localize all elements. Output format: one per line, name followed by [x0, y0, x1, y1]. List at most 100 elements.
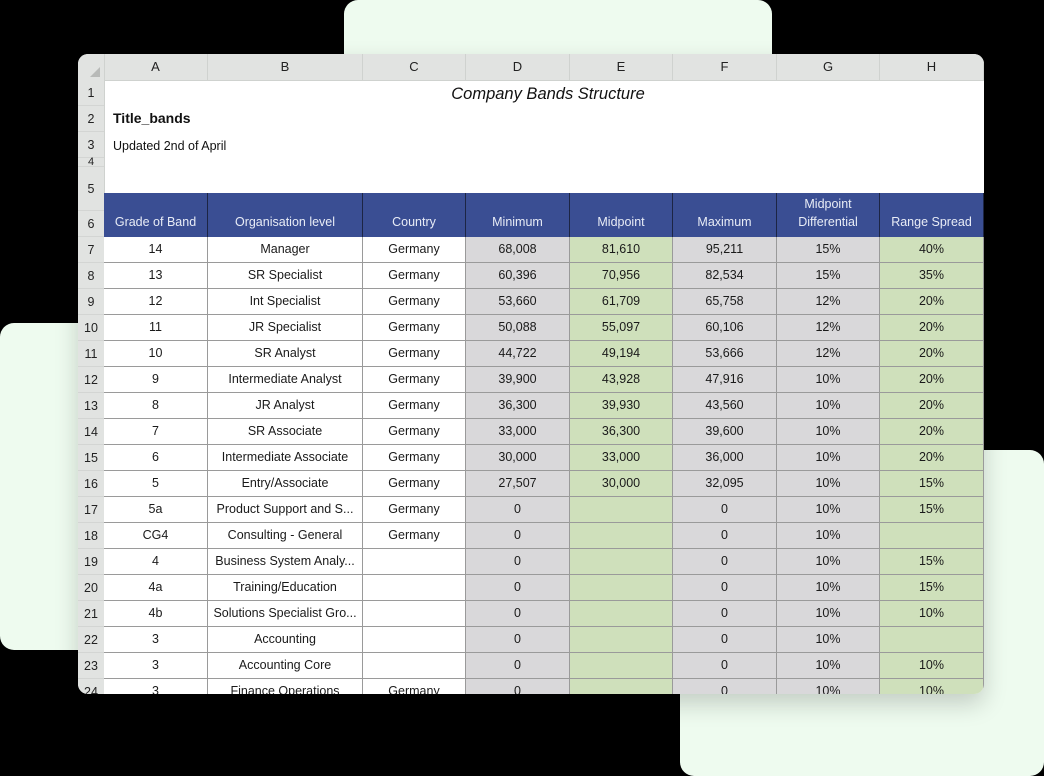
header-maximum[interactable]: Maximum: [673, 193, 777, 237]
cell-midpoint[interactable]: [570, 523, 673, 549]
row-header-12[interactable]: 12: [78, 367, 104, 393]
cell-midpoint-differential[interactable]: 10%: [777, 445, 880, 471]
cell-minimum[interactable]: 0: [466, 627, 570, 653]
cell-range-spread[interactable]: 20%: [880, 445, 984, 471]
cell-midpoint-differential[interactable]: 10%: [777, 627, 880, 653]
cell-midpoint[interactable]: 33,000: [570, 445, 673, 471]
cell-range-spread[interactable]: 20%: [880, 341, 984, 367]
cell-midpoint-differential[interactable]: 10%: [777, 575, 880, 601]
cell-grade-of-band[interactable]: 4a: [104, 575, 208, 601]
cell-organisation-level[interactable]: SR Analyst: [208, 341, 363, 367]
column-header-a[interactable]: A: [104, 54, 208, 80]
cell-maximum[interactable]: 0: [673, 575, 777, 601]
cell-country[interactable]: Germany: [363, 419, 466, 445]
cell-country[interactable]: Germany: [363, 471, 466, 497]
cell-maximum[interactable]: 0: [673, 679, 777, 694]
cell-country[interactable]: Germany: [363, 341, 466, 367]
cell-minimum[interactable]: 0: [466, 653, 570, 679]
cell-range-spread[interactable]: 40%: [880, 237, 984, 263]
column-header-d[interactable]: D: [466, 54, 570, 80]
row-header-22[interactable]: 22: [78, 627, 104, 653]
cell-midpoint[interactable]: [570, 575, 673, 601]
cell-grade-of-band[interactable]: 8: [104, 393, 208, 419]
cell-midpoint-differential[interactable]: 15%: [777, 263, 880, 289]
cell-organisation-level[interactable]: Intermediate Analyst: [208, 367, 363, 393]
cell-country[interactable]: Germany: [363, 497, 466, 523]
row-header-3[interactable]: 3: [78, 132, 104, 158]
cell-midpoint[interactable]: 43,928: [570, 367, 673, 393]
cell-range-spread[interactable]: 20%: [880, 367, 984, 393]
cell-country[interactable]: Germany: [363, 289, 466, 315]
cell-minimum[interactable]: 0: [466, 679, 570, 694]
cell-midpoint-differential[interactable]: 10%: [777, 497, 880, 523]
header-grade-of-band[interactable]: Grade of Band: [104, 193, 208, 237]
cell-organisation-level[interactable]: Entry/Associate: [208, 471, 363, 497]
row-header-23[interactable]: 23: [78, 653, 104, 679]
cell-range-spread[interactable]: 15%: [880, 471, 984, 497]
cell-midpoint[interactable]: [570, 497, 673, 523]
cell-midpoint[interactable]: 36,300: [570, 419, 673, 445]
row-header-5[interactable]: 5: [78, 167, 104, 211]
cell-midpoint[interactable]: 81,610: [570, 237, 673, 263]
cell-grade-of-band[interactable]: CG4: [104, 523, 208, 549]
cell-midpoint[interactable]: 30,000: [570, 471, 673, 497]
cell-range-spread[interactable]: 20%: [880, 315, 984, 341]
cell-maximum[interactable]: 0: [673, 653, 777, 679]
row-header-2[interactable]: 2: [78, 106, 104, 132]
row-header-21[interactable]: 21: [78, 601, 104, 627]
header-midpoint-differential[interactable]: Midpoint Differential: [777, 193, 880, 237]
cell-midpoint[interactable]: [570, 601, 673, 627]
cell-grade-of-band[interactable]: 4b: [104, 601, 208, 627]
cell-grade-of-band[interactable]: 4: [104, 549, 208, 575]
cell-organisation-level[interactable]: Accounting: [208, 627, 363, 653]
cell-maximum[interactable]: 36,000: [673, 445, 777, 471]
cell-minimum[interactable]: 0: [466, 549, 570, 575]
cell-organisation-level[interactable]: SR Associate: [208, 419, 363, 445]
cell-minimum[interactable]: 0: [466, 497, 570, 523]
row-header-8[interactable]: 8: [78, 263, 104, 289]
cell-grade-of-band[interactable]: 3: [104, 627, 208, 653]
cell-organisation-level[interactable]: Intermediate Associate: [208, 445, 363, 471]
cell-minimum[interactable]: 60,396: [466, 263, 570, 289]
cell-organisation-level[interactable]: Training/Education: [208, 575, 363, 601]
cell-organisation-level[interactable]: Accounting Core: [208, 653, 363, 679]
column-header-e[interactable]: E: [570, 54, 673, 80]
cell-maximum[interactable]: 0: [673, 627, 777, 653]
cell-minimum[interactable]: 36,300: [466, 393, 570, 419]
cell-midpoint-differential[interactable]: 10%: [777, 601, 880, 627]
sheet-subtitle[interactable]: Title_bands: [113, 110, 191, 126]
cell-midpoint[interactable]: [570, 627, 673, 653]
row-header-14[interactable]: 14: [78, 419, 104, 445]
header-midpoint[interactable]: Midpoint: [570, 193, 673, 237]
column-header-c[interactable]: C: [363, 54, 466, 80]
cell-midpoint-differential[interactable]: 10%: [777, 549, 880, 575]
row-header-15[interactable]: 15: [78, 445, 104, 471]
select-all-corner[interactable]: [78, 54, 105, 80]
column-header-b[interactable]: B: [208, 54, 363, 80]
cell-maximum[interactable]: 82,534: [673, 263, 777, 289]
cell-organisation-level[interactable]: Solutions Specialist Gro...: [208, 601, 363, 627]
cell-country[interactable]: [363, 601, 466, 627]
cell-grade-of-band[interactable]: 5a: [104, 497, 208, 523]
cell-midpoint-differential[interactable]: 10%: [777, 523, 880, 549]
cell-maximum[interactable]: 60,106: [673, 315, 777, 341]
cell-grade-of-band[interactable]: 7: [104, 419, 208, 445]
cell-range-spread[interactable]: 10%: [880, 601, 984, 627]
row-header-18[interactable]: 18: [78, 523, 104, 549]
cell-grade-of-band[interactable]: 12: [104, 289, 208, 315]
cell-maximum[interactable]: 53,666: [673, 341, 777, 367]
cell-midpoint-differential[interactable]: 10%: [777, 393, 880, 419]
cell-midpoint[interactable]: [570, 653, 673, 679]
cell-grade-of-band[interactable]: 9: [104, 367, 208, 393]
cell-minimum[interactable]: 53,660: [466, 289, 570, 315]
cell-organisation-level[interactable]: JR Specialist: [208, 315, 363, 341]
row-header-10[interactable]: 10: [78, 315, 104, 341]
header-minimum[interactable]: Minimum: [466, 193, 570, 237]
row-header-17[interactable]: 17: [78, 497, 104, 523]
row-header-16[interactable]: 16: [78, 471, 104, 497]
cell-country[interactable]: Germany: [363, 523, 466, 549]
cell-range-spread[interactable]: 15%: [880, 549, 984, 575]
cell-maximum[interactable]: 65,758: [673, 289, 777, 315]
row-header-7[interactable]: 7: [78, 237, 104, 263]
cell-grade-of-band[interactable]: 10: [104, 341, 208, 367]
